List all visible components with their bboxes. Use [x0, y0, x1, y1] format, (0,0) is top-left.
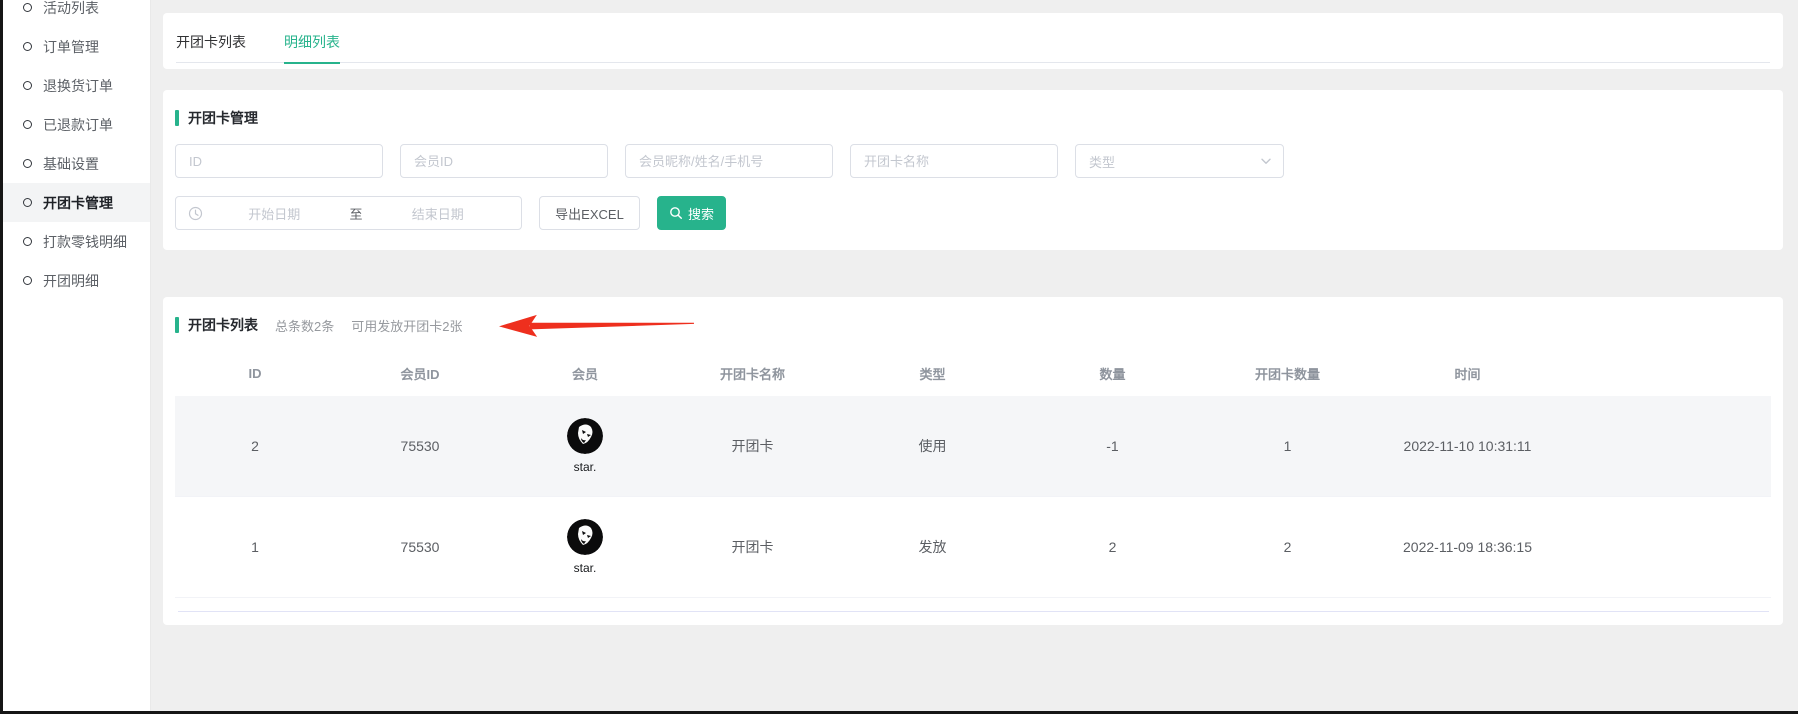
table-header-cell: 开团卡数量 [1200, 364, 1375, 383]
list-available-count: 可用发放开团卡2张 [351, 316, 462, 335]
start-date-input[interactable]: 开始日期 [203, 204, 346, 223]
cell-id: 2 [175, 396, 335, 496]
magnifier-icon [669, 206, 683, 220]
filter-row-1: 类型 [175, 144, 1771, 178]
cell-card-name: 开团卡 [665, 497, 840, 597]
circle-bullet-icon [23, 42, 32, 51]
section-accent-bar [175, 110, 179, 126]
cell-id: 1 [175, 497, 335, 597]
cell-type: 发放 [840, 497, 1025, 597]
table-header-cell: 开团卡名称 [665, 364, 840, 383]
cell-time: 2022-11-09 18:36:15 [1375, 497, 1560, 597]
list-section-title: 开团卡列表 [188, 315, 258, 335]
type-select[interactable]: 类型 [1075, 144, 1284, 178]
table-header-cell: 数量 [1025, 364, 1200, 383]
circle-bullet-icon [23, 276, 32, 285]
tab[interactable]: 开团卡列表 [176, 13, 246, 64]
filter-row-2: 开始日期 至 结束日期 导出EXCEL 搜索 [175, 196, 1771, 230]
table-body: 2 75530 star. 开团卡 使用 [175, 396, 1771, 598]
date-range-picker[interactable]: 开始日期 至 结束日期 [175, 196, 522, 230]
date-range-separator: 至 [346, 204, 367, 223]
table-header-cell: 类型 [840, 364, 1025, 383]
table-header-cell: ID [175, 366, 335, 381]
member-name: star. [574, 561, 597, 575]
filter-text-input[interactable] [175, 144, 383, 178]
member-avatar [567, 418, 603, 454]
filter-text-input[interactable] [625, 144, 833, 178]
circle-bullet-icon [23, 3, 32, 12]
circle-bullet-icon [23, 159, 32, 168]
circle-bullet-icon [23, 198, 32, 207]
sidebar-item-label: 打款零钱明细 [43, 232, 127, 252]
cell-card-name: 开团卡 [665, 396, 840, 496]
cell-quantity: -1 [1025, 396, 1200, 496]
sidebar-item[interactable]: 开团明细 [0, 261, 150, 300]
sidebar-item-label: 开团明细 [43, 271, 99, 291]
circle-bullet-icon [23, 120, 32, 129]
sidebar-item[interactable]: 订单管理 [0, 27, 150, 66]
cell-card-count: 1 [1200, 396, 1375, 496]
sidebar-item-label: 退换货订单 [43, 76, 113, 96]
window-edge-left [0, 0, 3, 714]
cell-type: 使用 [840, 396, 1025, 496]
pagination-divider [178, 611, 1769, 612]
tab-bar: 开团卡列表 明细列表 [163, 13, 1783, 69]
sidebar-menu: 活动列表 订单管理 退换货订单 已退款订单 基础设置 [0, 0, 150, 300]
list-card: 开团卡列表 总条数2条 可用发放开团卡2张 ID 会员ID 会员 开团卡名称 类… [163, 297, 1783, 625]
filter-text-input[interactable] [850, 144, 1058, 178]
chevron-down-icon [1259, 154, 1273, 168]
member-name: star. [574, 460, 597, 474]
sidebar-item[interactable]: 打款零钱明细 [0, 222, 150, 261]
table-row: 2 75530 star. 开团卡 使用 [175, 396, 1771, 497]
red-arrow-annotation [497, 311, 695, 340]
sidebar-item-label: 活动列表 [43, 0, 99, 18]
sidebar-item[interactable]: 已退款订单 [0, 105, 150, 144]
circle-bullet-icon [23, 81, 32, 90]
section-accent-bar [175, 317, 179, 333]
export-excel-button[interactable]: 导出EXCEL [539, 196, 640, 230]
member-avatar [567, 519, 603, 555]
cell-card-count: 2 [1200, 497, 1375, 597]
table-header-cell: 会员 [505, 364, 665, 383]
list-total-count: 总条数2条 [275, 316, 334, 335]
sidebar-item-label: 已退款订单 [43, 115, 113, 135]
filter-text-input[interactable] [400, 144, 608, 178]
cell-member: star. [505, 497, 665, 597]
search-button-label: 搜索 [688, 204, 714, 223]
table-header: ID 会员ID 会员 开团卡名称 类型 数量 开团卡数量 时间 [175, 351, 1771, 396]
tab-bar-divider [176, 62, 1770, 63]
table-header-cell: 时间 [1375, 364, 1560, 383]
tab[interactable]: 明细列表 [284, 13, 340, 64]
sidebar-item[interactable]: 开团卡管理 [0, 183, 150, 222]
sidebar-item-label: 订单管理 [43, 37, 99, 57]
cell-quantity: 2 [1025, 497, 1200, 597]
clock-icon [188, 206, 203, 221]
sidebar-item-label: 开团卡管理 [43, 193, 113, 213]
circle-bullet-icon [23, 237, 32, 246]
sidebar-item[interactable]: 退换货订单 [0, 66, 150, 105]
tab-label: 明细列表 [284, 32, 340, 52]
sidebar-item[interactable]: 活动列表 [0, 0, 150, 27]
table-header-cell: 会员ID [335, 364, 505, 383]
filter-section-title: 开团卡管理 [188, 108, 258, 128]
sidebar-item-label: 基础设置 [43, 154, 99, 174]
type-select-placeholder: 类型 [1089, 152, 1115, 171]
cell-time: 2022-11-10 10:31:11 [1375, 396, 1560, 496]
tabs-card: 开团卡列表 明细列表 [163, 13, 1783, 69]
cell-member-id: 75530 [335, 396, 505, 496]
end-date-input[interactable]: 结束日期 [367, 204, 510, 223]
cell-member: star. [505, 396, 665, 496]
filter-card: 开团卡管理 类型 开始日期 至 [163, 90, 1783, 250]
sidebar-item[interactable]: 基础设置 [0, 144, 150, 183]
table-row: 1 75530 star. 开团卡 发放 [175, 497, 1771, 598]
cell-member-id: 75530 [335, 497, 505, 597]
search-button[interactable]: 搜索 [657, 196, 726, 230]
sidebar: 活动列表 订单管理 退换货订单 已退款订单 基础设置 [0, 0, 151, 711]
tab-label: 开团卡列表 [176, 32, 246, 52]
